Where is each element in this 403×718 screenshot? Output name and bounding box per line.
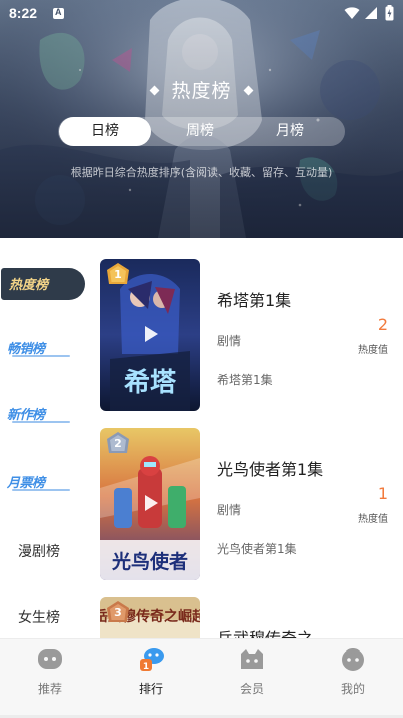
- status-time: 8:22: [9, 5, 38, 21]
- hot-list-logo-icon: 热度榜: [1, 268, 85, 300]
- item-title: 希塔第1集: [217, 291, 292, 310]
- monthly-ticket-list-logo-icon: [12, 489, 70, 491]
- bestseller-list-logo-icon: [12, 355, 70, 357]
- diamond-left-icon: [149, 85, 160, 96]
- sidebar-item-monthly-ticket[interactable]: 月票榜: [0, 462, 88, 506]
- status-bar: 8:22: [0, 0, 403, 28]
- heat-value: 2: [377, 315, 388, 334]
- sidebar-item-short-drama[interactable]: 漫剧榜: [0, 528, 88, 572]
- nav-label: 会员: [239, 682, 264, 696]
- period-segmented-control: 日榜 周榜 月榜: [58, 117, 345, 146]
- item-subtitle: 光鸟使者第1集: [217, 542, 297, 556]
- cover-image[interactable]: 光鸟使者 2: [100, 428, 200, 580]
- play-icon[interactable]: [139, 492, 161, 514]
- heat-label: 热度值: [358, 514, 388, 525]
- app-screen: 8:22 热度榜 日榜 周榜 月榜 根据昨日综合热度排序(含阅读、收藏、: [0, 0, 403, 718]
- sidebar-item-new-works[interactable]: 新作榜: [0, 394, 88, 438]
- notification-a-icon: [53, 7, 64, 19]
- sidebar-item-label: 女生榜: [18, 610, 60, 626]
- sidebar-item-label: 热度榜: [9, 278, 49, 293]
- heat-value: 1: [377, 484, 388, 503]
- nav-profile[interactable]: 我的: [303, 639, 403, 703]
- sidebar-item-female[interactable]: 女生榜: [0, 594, 88, 638]
- nav-recommend[interactable]: 推荐: [0, 639, 100, 703]
- ranking-category-sidebar: 热度榜 畅销榜 新作榜 月票榜 漫剧榜 女生榜: [0, 238, 88, 638]
- signal-icon: [365, 7, 377, 19]
- cover-title-art: 光鸟使者: [111, 550, 188, 573]
- item-genre: 剧情: [217, 334, 242, 348]
- sidebar-item-hot[interactable]: 热度榜: [0, 262, 88, 306]
- tab-monthly[interactable]: 月榜: [244, 117, 336, 146]
- svg-text:1: 1: [143, 662, 149, 672]
- cover-image[interactable]: 岳武穆传奇之崛起 3: [100, 597, 200, 638]
- page-title-wrap: 热度榜: [0, 76, 403, 103]
- nav-vip[interactable]: 会员: [202, 639, 302, 703]
- item-genre: 剧情: [217, 503, 242, 517]
- tab-daily[interactable]: 日榜: [59, 117, 151, 146]
- heat-label: 热度值: [358, 345, 388, 356]
- hero-banner: 8:22 热度榜 日榜 周榜 月榜 根据昨日综合热度排序(含阅读、收藏、: [0, 0, 403, 238]
- profile-icon: [342, 648, 364, 671]
- wifi-icon: [344, 7, 360, 19]
- item-subtitle: 希塔第1集: [217, 373, 273, 387]
- bottom-navigation: 推荐 1 排行 会员 我的: [0, 638, 403, 718]
- nav-label: 排行: [138, 682, 163, 696]
- ranking-item[interactable]: 岳武穆传奇之崛起 3 岳武穆传奇之: [88, 597, 403, 638]
- sidebar-item-label: 漫剧榜: [18, 544, 60, 560]
- nav-label: 推荐: [37, 682, 62, 696]
- battery-icon: [385, 5, 394, 21]
- nav-label: 我的: [340, 682, 365, 696]
- new-works-list-logo-icon: [12, 421, 70, 423]
- tab-weekly[interactable]: 周榜: [154, 117, 246, 146]
- ranking-list: 希塔 1 希塔第1集 剧情 2 热度值 希塔第1集 光鸟使者 2 光鸟使者第1集…: [88, 238, 403, 638]
- ranking-item[interactable]: 希塔 1 希塔第1集 剧情 2 热度值 希塔第1集: [88, 259, 403, 414]
- play-icon[interactable]: [139, 323, 161, 345]
- cover-image[interactable]: 希塔 1: [100, 259, 200, 411]
- vip-icon: [241, 649, 263, 669]
- item-title: 光鸟使者第1集: [217, 460, 324, 479]
- rank-number: 2: [114, 437, 122, 450]
- page-title: 热度榜: [171, 80, 232, 102]
- ranking-icon: 1: [140, 648, 164, 672]
- sidebar-item-bestseller[interactable]: 畅销榜: [0, 328, 88, 372]
- item-title: 岳武穆传奇之: [217, 625, 313, 638]
- ranking-item[interactable]: 光鸟使者 2 光鸟使者第1集 剧情 1 热度值 光鸟使者第1集: [88, 428, 403, 583]
- nav-ranking[interactable]: 1 排行: [101, 639, 201, 703]
- ranking-description: 根据昨日综合热度排序(含阅读、收藏、留存、互动量): [70, 166, 333, 179]
- cover-title-art: 希塔: [124, 367, 177, 398]
- rank-number: 3: [114, 606, 122, 619]
- rank-number: 1: [114, 268, 122, 281]
- recommend-icon: [38, 649, 62, 669]
- diamond-right-icon: [243, 85, 254, 96]
